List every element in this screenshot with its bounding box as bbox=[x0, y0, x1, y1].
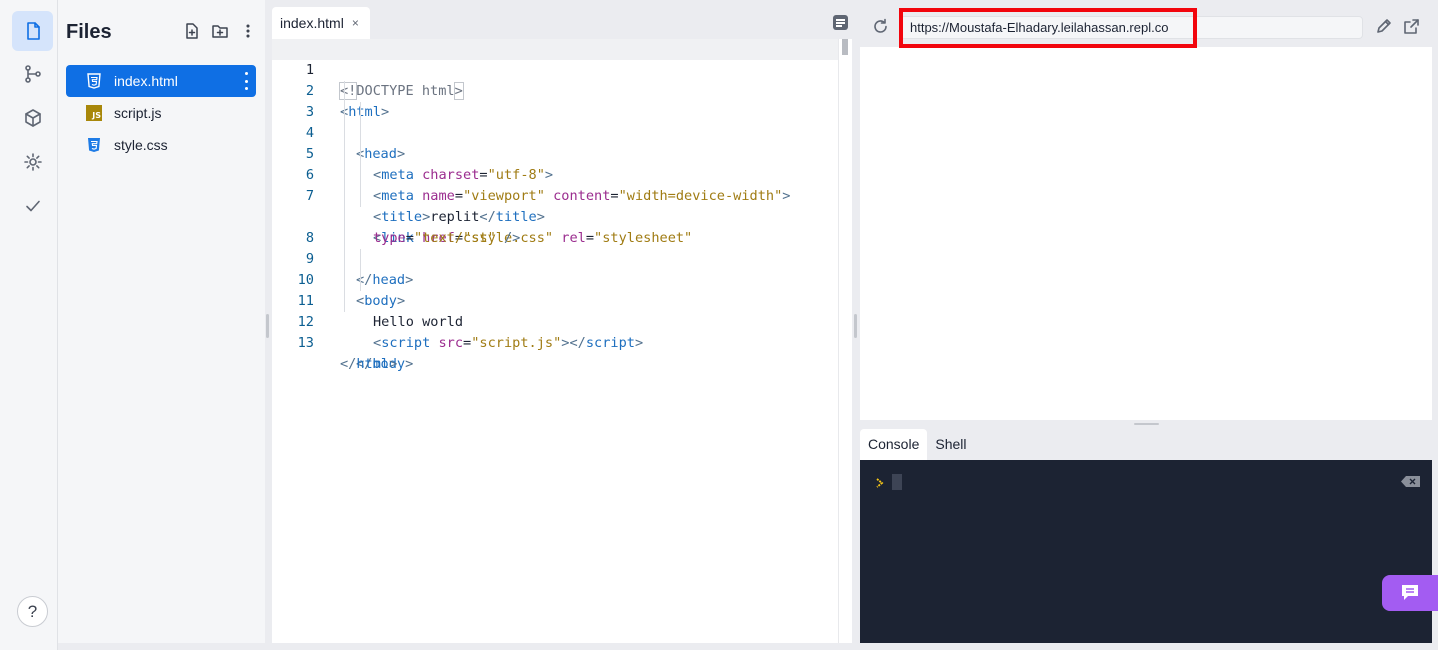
package-icon bbox=[24, 109, 41, 127]
editor-menu-icon[interactable] bbox=[833, 15, 848, 30]
tag-bracket: < bbox=[373, 335, 382, 351]
javascript-icon: JS bbox=[86, 105, 102, 121]
gear-icon bbox=[23, 153, 42, 171]
chat-button[interactable] bbox=[1382, 575, 1438, 611]
tag-bracket: > bbox=[405, 356, 414, 372]
equals: = bbox=[463, 335, 472, 351]
tag-name: html bbox=[356, 356, 390, 372]
attr-name: src bbox=[438, 335, 464, 351]
code-line-9: 9 <body> bbox=[272, 228, 838, 309]
editor-webview-splitter[interactable] bbox=[854, 314, 857, 338]
checks-nav-button[interactable] bbox=[12, 186, 53, 226]
git-nav-button[interactable] bbox=[12, 54, 53, 94]
console-panel[interactable] bbox=[860, 460, 1432, 643]
code-line-5: 5 <meta name="viewport" content="width=d… bbox=[272, 123, 838, 204]
code-line-10: 10 Hello world bbox=[272, 249, 838, 330]
editor-scrollbar[interactable] bbox=[838, 39, 852, 643]
tab-index-html[interactable]: index.html × bbox=[272, 7, 370, 39]
help-icon: ? bbox=[27, 601, 38, 621]
file-options-icon[interactable] bbox=[242, 72, 250, 90]
code-editor-pane: index.html × 1 <!DOCTYPE html> 2 <html> … bbox=[272, 7, 852, 643]
packages-nav-button[interactable] bbox=[12, 98, 53, 138]
code-line-1: 1 <!DOCTYPE html> bbox=[272, 39, 838, 100]
code-line-11: 11 <script src="script.js"></script> bbox=[272, 270, 838, 351]
code-line-3: 3 <head> bbox=[272, 81, 838, 162]
file-item-index-html[interactable]: index.html bbox=[66, 65, 256, 97]
file-item-style-css[interactable]: style.css bbox=[66, 129, 256, 161]
console-cursor bbox=[892, 474, 902, 490]
settings-nav-button[interactable] bbox=[12, 142, 53, 182]
new-folder-icon[interactable] bbox=[211, 22, 229, 40]
check-icon bbox=[25, 200, 40, 212]
files-panel-title: Files bbox=[66, 21, 112, 43]
file-name: script.js bbox=[114, 105, 162, 121]
file-icon bbox=[26, 22, 40, 40]
reload-icon[interactable] bbox=[872, 18, 889, 40]
chat-icon bbox=[1402, 585, 1418, 600]
files-toolbar bbox=[183, 22, 257, 40]
url-bar[interactable]: https://Moustafa-Elhadary.leilahassan.re… bbox=[900, 16, 1363, 39]
webview-console-splitter[interactable] bbox=[1134, 423, 1159, 425]
files-panel: Files index.html JS script.js style.css bbox=[58, 0, 265, 643]
file-tree: index.html JS script.js style.css bbox=[66, 65, 256, 161]
git-branch-icon bbox=[24, 65, 41, 83]
more-vertical-icon[interactable] bbox=[239, 22, 257, 40]
tab-label: index.html bbox=[280, 15, 344, 31]
tag-bracket: </ bbox=[340, 356, 357, 372]
css3-icon bbox=[86, 137, 102, 153]
file-item-script-js[interactable]: JS script.js bbox=[66, 97, 256, 129]
code-line-12: 12 </body> bbox=[272, 291, 838, 372]
new-file-icon[interactable] bbox=[183, 22, 201, 40]
tab-console[interactable]: Console bbox=[860, 429, 928, 460]
pencil-icon[interactable] bbox=[1375, 18, 1392, 35]
webview-actions bbox=[1375, 18, 1420, 35]
close-icon[interactable]: × bbox=[352, 16, 359, 30]
html5-icon bbox=[86, 73, 102, 89]
code-area[interactable]: 1 <!DOCTYPE html> 2 <html> 3 <head> 4 <m… bbox=[272, 39, 838, 372]
code-line-2: 2 <html> bbox=[272, 60, 838, 120]
tag-name: script bbox=[381, 335, 431, 351]
console-tab-bar: Console Shell bbox=[860, 429, 975, 460]
scrollbar-thumb[interactable] bbox=[842, 39, 848, 55]
code-line-6: 6 <title>replit</title> bbox=[272, 144, 838, 225]
webview-pane: https://Moustafa-Elhadary.leilahassan.re… bbox=[860, 7, 1432, 420]
line-number: 13 bbox=[297, 335, 314, 351]
prompt-icon bbox=[876, 478, 884, 491]
file-name: style.css bbox=[114, 137, 168, 153]
tag-bracket: > bbox=[634, 335, 644, 351]
tag-name: script bbox=[585, 335, 635, 351]
help-button[interactable]: ? bbox=[17, 596, 48, 627]
files-nav-button[interactable] bbox=[12, 11, 53, 51]
attr-value: "script.js" bbox=[471, 335, 562, 351]
editor-tab-bar: index.html × bbox=[272, 7, 852, 39]
files-editor-splitter[interactable] bbox=[266, 314, 269, 338]
tag-bracket: ></ bbox=[561, 335, 586, 351]
file-name: index.html bbox=[114, 73, 178, 89]
external-link-icon[interactable] bbox=[1403, 18, 1420, 35]
code-line-8: 8 </head> bbox=[272, 207, 838, 288]
code-line-7: 7 <link href="style.css" rel="stylesheet… bbox=[272, 165, 838, 246]
clear-console-icon[interactable] bbox=[1401, 476, 1420, 487]
code-line-4: 4 <meta charset="utf-8"> bbox=[272, 102, 838, 183]
code-line-13: 13 </html> bbox=[272, 312, 838, 372]
code-line-7-wrap: type="text/css" /> bbox=[272, 186, 838, 246]
tab-shell[interactable]: Shell bbox=[927, 429, 974, 460]
tag-bracket: > bbox=[389, 356, 398, 372]
webview-toolbar: https://Moustafa-Elhadary.leilahassan.re… bbox=[860, 7, 1432, 47]
activity-bar: ? bbox=[0, 0, 58, 650]
